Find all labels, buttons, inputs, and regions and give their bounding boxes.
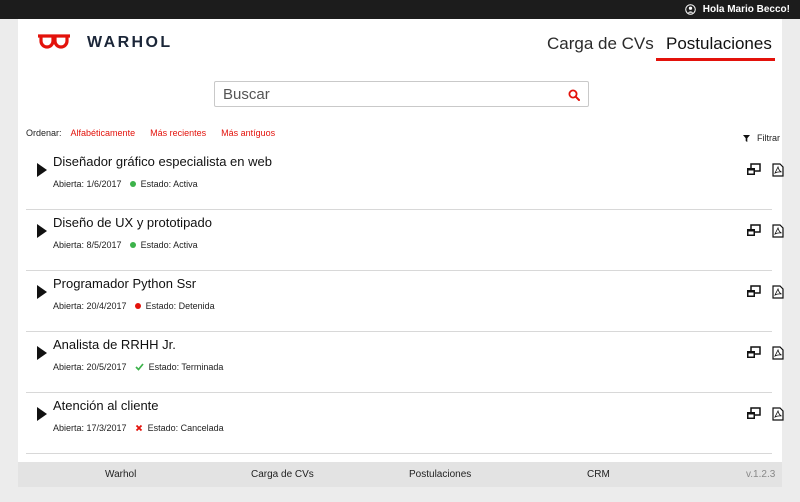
- job-title[interactable]: Analista de RRHH Jr.: [53, 337, 176, 352]
- job-title[interactable]: Atención al cliente: [53, 398, 159, 413]
- job-row[interactable]: Diseño de UX y prototipado Abierta: 8/5/…: [26, 210, 784, 271]
- duplicate-windows-icon[interactable]: [746, 224, 761, 238]
- nav-postulaciones[interactable]: Postulaciones: [666, 34, 772, 54]
- app-version: v.1.2.3: [746, 469, 776, 480]
- footer-link-warhol[interactable]: Warhol: [105, 469, 136, 480]
- sort-label: Ordenar:: [26, 128, 62, 138]
- expand-arrow-icon[interactable]: [37, 224, 47, 238]
- nav-carga-cvs[interactable]: Carga de CVs: [547, 34, 654, 54]
- job-row[interactable]: Diseñador gráfico especialista en web Ab…: [26, 149, 784, 210]
- pdf-icon[interactable]: [772, 224, 784, 238]
- search-icon[interactable]: [568, 89, 580, 101]
- pdf-icon[interactable]: [772, 285, 784, 299]
- duplicate-windows-icon[interactable]: [746, 346, 761, 360]
- duplicate-windows-icon[interactable]: [746, 285, 761, 299]
- job-status: Estado: Activa: [140, 240, 198, 250]
- job-opened-date: Abierta: 17/3/2017: [53, 423, 127, 433]
- greeting-text: Hola Mario Becco!: [702, 4, 790, 15]
- job-meta: Abierta: 1/6/2017 Estado: Activa: [53, 179, 198, 189]
- job-meta: Abierta: 20/4/2017 Estado: Detenida: [53, 301, 215, 311]
- job-opened-date: Abierta: 20/5/2017: [53, 362, 127, 372]
- main-panel: WARHOL Carga de CVs Postulaciones Ordena…: [18, 19, 784, 462]
- sort-oldest[interactable]: Más antíguos: [221, 128, 275, 138]
- user-greeting[interactable]: Hola Mario Becco!: [684, 3, 790, 16]
- warhol-logo[interactable]: WARHOL: [36, 33, 173, 53]
- search-box: [214, 81, 589, 107]
- expand-arrow-icon[interactable]: [37, 163, 47, 177]
- job-row[interactable]: Programador Python Ssr Abierta: 20/4/201…: [26, 271, 784, 332]
- status-green-dot-icon: [129, 242, 136, 248]
- pdf-icon[interactable]: [772, 407, 784, 421]
- status-x-icon: [135, 424, 142, 432]
- expand-arrow-icon[interactable]: [37, 346, 47, 360]
- sort-alphabetical[interactable]: Alfabéticamente: [71, 128, 136, 138]
- top-bar: Hola Mario Becco!: [0, 0, 800, 19]
- filter-button[interactable]: Filtrar: [743, 133, 780, 143]
- expand-arrow-icon[interactable]: [37, 285, 47, 299]
- duplicate-windows-icon[interactable]: [746, 407, 761, 421]
- expand-arrow-icon[interactable]: [37, 407, 47, 421]
- sort-most-recent[interactable]: Más recientes: [150, 128, 206, 138]
- footer-link-carga-cvs[interactable]: Carga de CVs: [251, 469, 314, 480]
- job-meta: Abierta: 17/3/2017 Estado: Cancelada: [53, 423, 224, 433]
- status-green-dot-icon: [129, 181, 136, 187]
- pdf-icon[interactable]: [772, 346, 784, 360]
- job-status: Estado: Terminada: [148, 362, 224, 372]
- filter-funnel-icon: [743, 134, 750, 142]
- warhol-glasses-logo-icon: [38, 34, 70, 49]
- filter-label: Filtrar: [757, 133, 780, 143]
- job-opened-date: Abierta: 20/4/2017: [53, 301, 127, 311]
- user-circle-icon: [684, 4, 696, 15]
- status-red-dot-icon: [134, 303, 141, 309]
- job-status: Estado: Activa: [140, 179, 198, 189]
- footer-link-postulaciones[interactable]: Postulaciones: [409, 469, 471, 480]
- job-row[interactable]: Atención al cliente Abierta: 17/3/2017 E…: [26, 393, 784, 454]
- pdf-icon[interactable]: [772, 163, 784, 177]
- footer: Warhol Carga de CVs Postulaciones CRM v.…: [18, 462, 782, 487]
- sort-bar: Ordenar: Alfabéticamente Más recientes M…: [26, 128, 290, 138]
- job-row[interactable]: Analista de RRHH Jr. Abierta: 20/5/2017 …: [26, 332, 784, 393]
- footer-link-crm[interactable]: CRM: [587, 469, 610, 480]
- job-title[interactable]: Diseño de UX y prototipado: [53, 215, 212, 230]
- job-status: Estado: Detenida: [145, 301, 215, 311]
- job-status: Estado: Cancelada: [147, 423, 224, 433]
- active-tab-underline: [656, 58, 775, 61]
- duplicate-windows-icon[interactable]: [746, 163, 761, 177]
- job-meta: Abierta: 20/5/2017 Estado: Terminada: [53, 362, 223, 372]
- search-input[interactable]: [223, 85, 553, 103]
- job-meta: Abierta: 8/5/2017 Estado: Activa: [53, 240, 198, 250]
- brand-name: WARHOL: [87, 34, 173, 51]
- job-title[interactable]: Diseñador gráfico especialista en web: [53, 154, 272, 169]
- job-opened-date: Abierta: 1/6/2017: [53, 179, 122, 189]
- job-opened-date: Abierta: 8/5/2017: [53, 240, 122, 250]
- status-check-icon: [134, 363, 144, 371]
- job-title[interactable]: Programador Python Ssr: [53, 276, 196, 291]
